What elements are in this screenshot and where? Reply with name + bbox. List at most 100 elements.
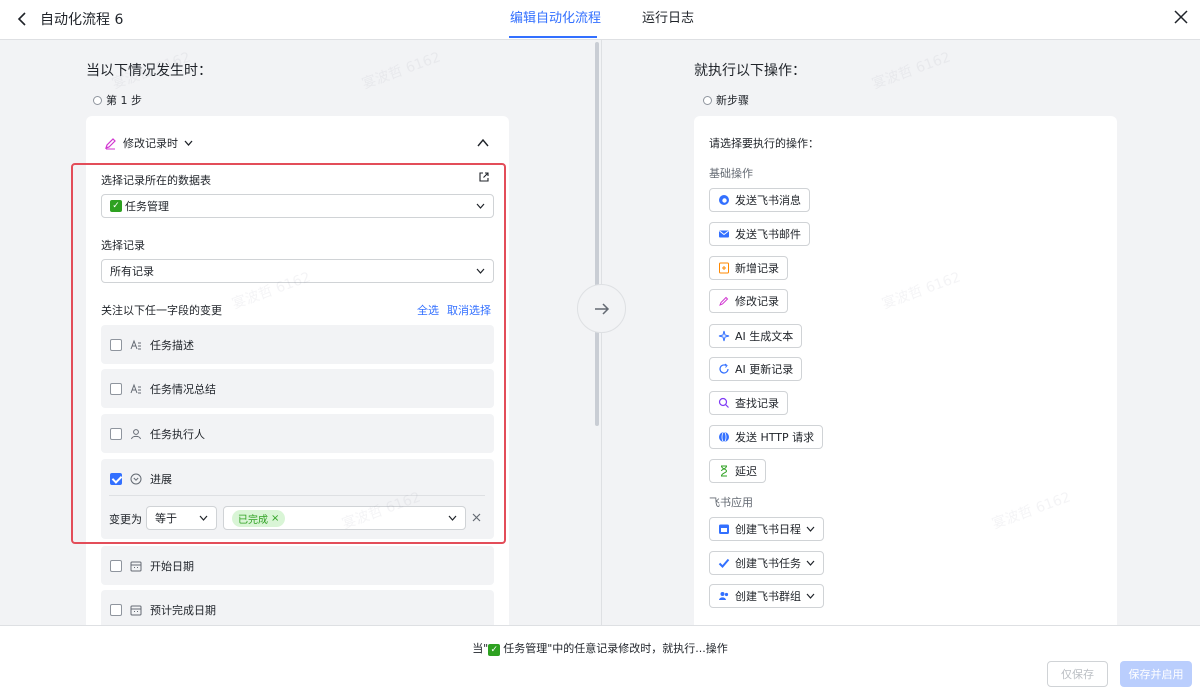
field-checkbox[interactable] bbox=[110, 603, 122, 616]
field-checkbox-checked[interactable] bbox=[110, 472, 122, 485]
close-icon[interactable] bbox=[1170, 6, 1192, 28]
edit-icon bbox=[719, 296, 729, 306]
field-label: 任务执行人 bbox=[150, 427, 205, 441]
ai-sparkle-icon bbox=[718, 330, 730, 342]
action-section-title: 就执行以下操作： bbox=[694, 63, 806, 79]
search-icon bbox=[718, 397, 729, 408]
text-field-icon bbox=[130, 339, 141, 349]
field-checkbox[interactable] bbox=[110, 338, 122, 351]
add-record-icon bbox=[719, 262, 729, 274]
step-dot-icon bbox=[93, 95, 102, 105]
tab-edit-flow[interactable]: 编辑自动化流程 bbox=[510, 7, 601, 26]
action-add-record[interactable]: 新增记录 bbox=[709, 256, 788, 280]
action-create-group[interactable]: 创建飞书群组 bbox=[709, 584, 824, 608]
save-and-enable-button[interactable]: 保存并启用 bbox=[1120, 661, 1192, 687]
action-label: AI 生成文本 bbox=[735, 330, 794, 343]
select-all-link[interactable]: 全选 bbox=[417, 302, 439, 318]
page-title: 自动化流程 6 bbox=[40, 12, 124, 28]
remove-condition-icon[interactable] bbox=[472, 513, 481, 522]
table-check-icon: ✓ bbox=[488, 644, 501, 656]
bottom-bar: 当" ✓ 任务管理"中的任意记录修改时，就执行...操作 仅保存 保存并启用 bbox=[0, 625, 1200, 695]
calendar-app-icon bbox=[719, 524, 729, 534]
person-icon bbox=[131, 428, 141, 439]
chevron-down-icon bbox=[806, 526, 815, 532]
value-select[interactable]: 已完成 × bbox=[223, 506, 466, 530]
group-apps-label: 飞书应用 bbox=[709, 496, 753, 509]
field-row-assignee[interactable]: 任务执行人 bbox=[101, 414, 494, 453]
step-indicator: 第 1 步 bbox=[93, 92, 142, 108]
arrow-right-icon bbox=[595, 303, 610, 315]
chevron-down-icon bbox=[184, 140, 193, 146]
action-create-task[interactable]: 创建飞书任务 bbox=[709, 551, 824, 575]
left-scrollbar[interactable] bbox=[595, 42, 599, 426]
action-create-calendar[interactable]: 创建飞书日程 bbox=[709, 517, 824, 541]
record-select-value: 所有记录 bbox=[110, 265, 154, 278]
tag-remove-icon[interactable]: × bbox=[271, 513, 279, 524]
field-row-task-desc[interactable]: 任务描述 bbox=[101, 325, 494, 364]
edit-pen-icon bbox=[105, 137, 116, 149]
deselect-link[interactable]: 取消选择 bbox=[447, 302, 491, 318]
field-row-due-date[interactable]: 预计完成日期 bbox=[101, 590, 494, 629]
field-checkbox[interactable] bbox=[110, 559, 122, 572]
value-tag[interactable]: 已完成 × bbox=[232, 509, 286, 527]
task-check-icon bbox=[718, 558, 730, 568]
trigger-type-label: 修改记录时 bbox=[123, 137, 178, 150]
flow-arrow bbox=[577, 284, 626, 333]
action-http-request[interactable]: 发送 HTTP 请求 bbox=[709, 425, 824, 449]
action-label: 创建飞书任务 bbox=[735, 557, 801, 570]
field-label: 任务情况总结 bbox=[150, 382, 216, 396]
action-ai-update-record[interactable]: AI 更新记录 bbox=[709, 357, 803, 381]
trigger-type-selector[interactable]: 修改记录时 bbox=[104, 135, 193, 151]
record-select[interactable]: 所有记录 bbox=[101, 259, 494, 283]
chevron-down-icon bbox=[199, 515, 208, 521]
table-label: 选择记录所在的数据表 bbox=[101, 174, 211, 187]
field-label: 开始日期 bbox=[150, 559, 194, 573]
step-label: 第 1 步 bbox=[106, 94, 142, 107]
action-ai-generate-text[interactable]: AI 生成文本 bbox=[709, 324, 803, 348]
group-icon bbox=[719, 592, 729, 600]
save-button[interactable]: 仅保存 bbox=[1047, 661, 1108, 687]
action-label: 新增记录 bbox=[735, 262, 779, 275]
action-send-message[interactable]: 发送飞书消息 bbox=[709, 188, 810, 212]
text-field-icon bbox=[130, 383, 141, 393]
progress-field-header[interactable]: 进展 bbox=[101, 459, 494, 498]
field-checkbox[interactable] bbox=[110, 427, 122, 440]
globe-icon bbox=[719, 431, 729, 443]
action-edit-record[interactable]: 修改记录 bbox=[709, 289, 788, 313]
new-step-indicator: 新步骤 bbox=[703, 92, 749, 108]
action-prompt: 请选择要执行的操作： bbox=[709, 137, 819, 150]
operator-value: 等于 bbox=[155, 512, 177, 525]
field-label: 进展 bbox=[150, 472, 172, 486]
table-select[interactable]: ✓ 任务管理 bbox=[101, 194, 494, 218]
action-label: 修改记录 bbox=[735, 295, 779, 308]
calendar-icon bbox=[130, 561, 142, 571]
action-label: 发送 HTTP 请求 bbox=[735, 431, 815, 444]
action-delay[interactable]: 延迟 bbox=[709, 459, 766, 483]
operator-select[interactable]: 等于 bbox=[146, 506, 217, 530]
table-check-icon: ✓ bbox=[110, 200, 122, 212]
field-checkbox[interactable] bbox=[110, 382, 122, 395]
action-label: 创建飞书群组 bbox=[735, 590, 801, 603]
tab-run-log[interactable]: 运行日志 bbox=[642, 7, 694, 26]
refresh-icon bbox=[719, 363, 729, 374]
field-label: 预计完成日期 bbox=[150, 603, 216, 617]
table-select-value: 任务管理 bbox=[125, 200, 169, 213]
condition-prefix: 变更为 bbox=[109, 513, 142, 526]
summary-post: "中的任意记录修改时，就执行...操作 bbox=[547, 642, 728, 655]
action-label: 发送飞书消息 bbox=[735, 194, 801, 207]
calendar-icon bbox=[130, 605, 142, 615]
tab-active-indicator bbox=[509, 36, 597, 38]
record-label: 选择记录 bbox=[101, 239, 145, 252]
action-send-mail[interactable]: 发送飞书邮件 bbox=[709, 222, 810, 246]
field-row-task-summary[interactable]: 任务情况总结 bbox=[101, 369, 494, 408]
collapse-chevron-up-icon[interactable] bbox=[476, 136, 490, 150]
action-label: 延迟 bbox=[735, 465, 757, 478]
field-row-start-date[interactable]: 开始日期 bbox=[101, 546, 494, 585]
action-label: AI 更新记录 bbox=[735, 363, 794, 376]
open-external-icon[interactable] bbox=[478, 171, 490, 183]
flow-summary: 当" ✓ 任务管理"中的任意记录修改时，就执行...操作 bbox=[0, 640, 1200, 656]
summary-table: 任务管理 bbox=[503, 642, 548, 655]
back-arrow-icon[interactable] bbox=[12, 8, 34, 30]
action-find-record[interactable]: 查找记录 bbox=[709, 391, 788, 415]
new-step-label: 新步骤 bbox=[716, 94, 749, 107]
